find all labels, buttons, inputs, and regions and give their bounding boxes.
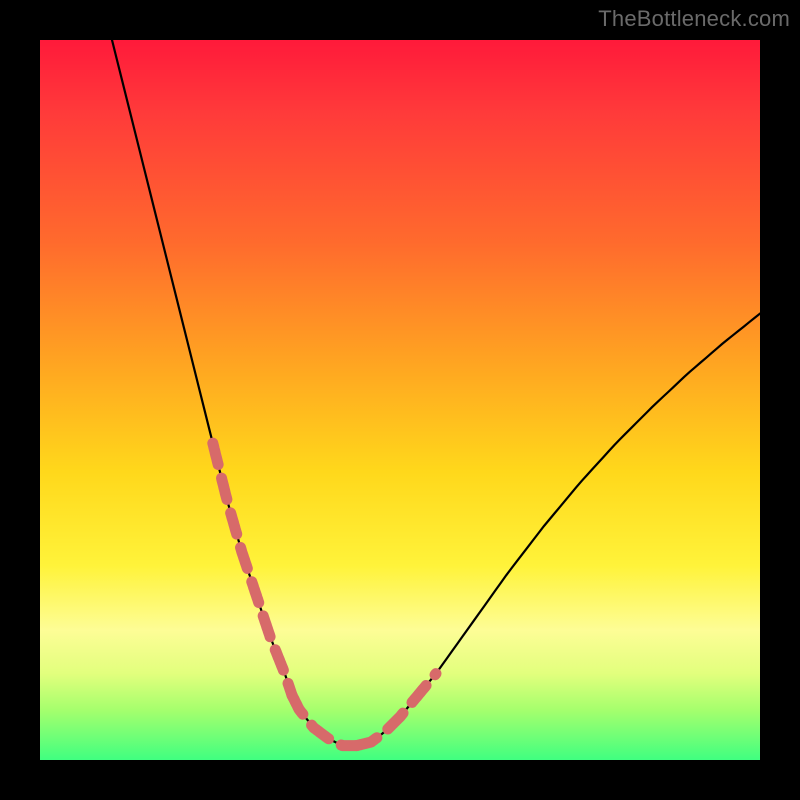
dash-overlay-layer	[40, 40, 760, 760]
dash-segment-bottom	[292, 695, 357, 745]
chart-frame: TheBottleneck.com	[0, 0, 800, 800]
dash-segment-right	[357, 674, 436, 746]
dash-segment-left	[213, 443, 292, 695]
watermark-text: TheBottleneck.com	[598, 6, 790, 32]
plot-area	[40, 40, 760, 760]
